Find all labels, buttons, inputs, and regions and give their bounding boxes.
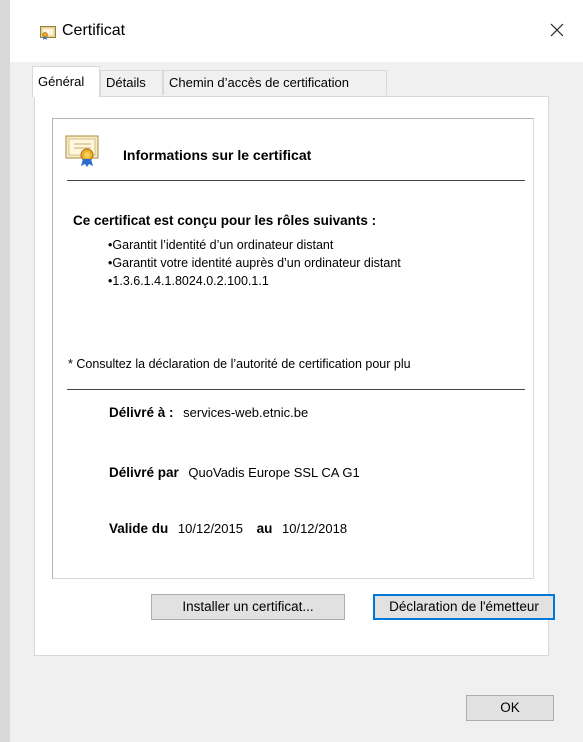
info-heading: Informations sur le certificat: [123, 147, 312, 163]
issued-to-row: Délivré à : services-web.etnic.be: [109, 405, 308, 420]
purpose-list: Garantit l’identité d’un ordinateur dist…: [108, 236, 401, 290]
tab-label: Chemin d’accès de certification: [169, 75, 349, 90]
window-title: Certificat: [62, 22, 126, 39]
tab-details[interactable]: Détails: [100, 70, 163, 95]
issued-to-label: Délivré à :: [109, 405, 174, 420]
certificate-info-box: Informations sur le certificat Ce certif…: [52, 118, 534, 579]
divider: [67, 389, 525, 390]
certificate-icon: [40, 26, 56, 40]
issued-by-label: Délivré par: [109, 465, 179, 480]
list-item: 1.3.6.1.4.1.8024.0.2.100.1.1: [108, 272, 401, 290]
close-icon: [550, 23, 564, 37]
issuer-statement-button[interactable]: Déclaration de l'émetteur: [373, 594, 555, 620]
window-left-frame: [0, 0, 10, 742]
install-certificate-button[interactable]: Installer un certificat...: [151, 594, 345, 620]
divider: [67, 180, 525, 181]
certificate-icon: [65, 133, 99, 167]
tab-label: Détails: [106, 75, 146, 90]
list-item: Garantit l’identité d’un ordinateur dist…: [108, 236, 401, 254]
tab-certification-path[interactable]: Chemin d’accès de certification: [163, 70, 387, 95]
issued-to-value: services-web.etnic.be: [183, 405, 309, 420]
valid-to-label: au: [256, 521, 273, 536]
issued-by-value: QuoVadis Europe SSL CA G1: [188, 465, 360, 480]
purposes-title: Ce certificat est conçu pour les rôles s…: [73, 213, 377, 228]
valid-from-label: Valide du: [109, 521, 169, 536]
close-button[interactable]: [545, 18, 569, 42]
certificate-dialog: Certificat Général Détails Chemin d’accè…: [0, 0, 583, 742]
cps-note: * Consultez la déclaration de l’autorité…: [68, 357, 411, 371]
list-item: Garantit votre identité auprès d’un ordi…: [108, 254, 400, 272]
title-bar[interactable]: Certificat: [10, 0, 583, 62]
valid-from-value: 10/12/2015: [177, 521, 243, 536]
tab-general[interactable]: Général: [32, 66, 100, 97]
general-tab-panel: Informations sur le certificat Ce certif…: [34, 96, 555, 656]
validity-row: Valide du 10/12/2015 au 10/12/2018: [109, 521, 347, 536]
tab-label: Général: [38, 74, 85, 89]
issued-by-row: Délivré par QuoVadis Europe SSL CA G1: [109, 465, 360, 480]
ok-button[interactable]: OK: [466, 695, 554, 721]
valid-to-value: 10/12/2018: [282, 521, 348, 536]
